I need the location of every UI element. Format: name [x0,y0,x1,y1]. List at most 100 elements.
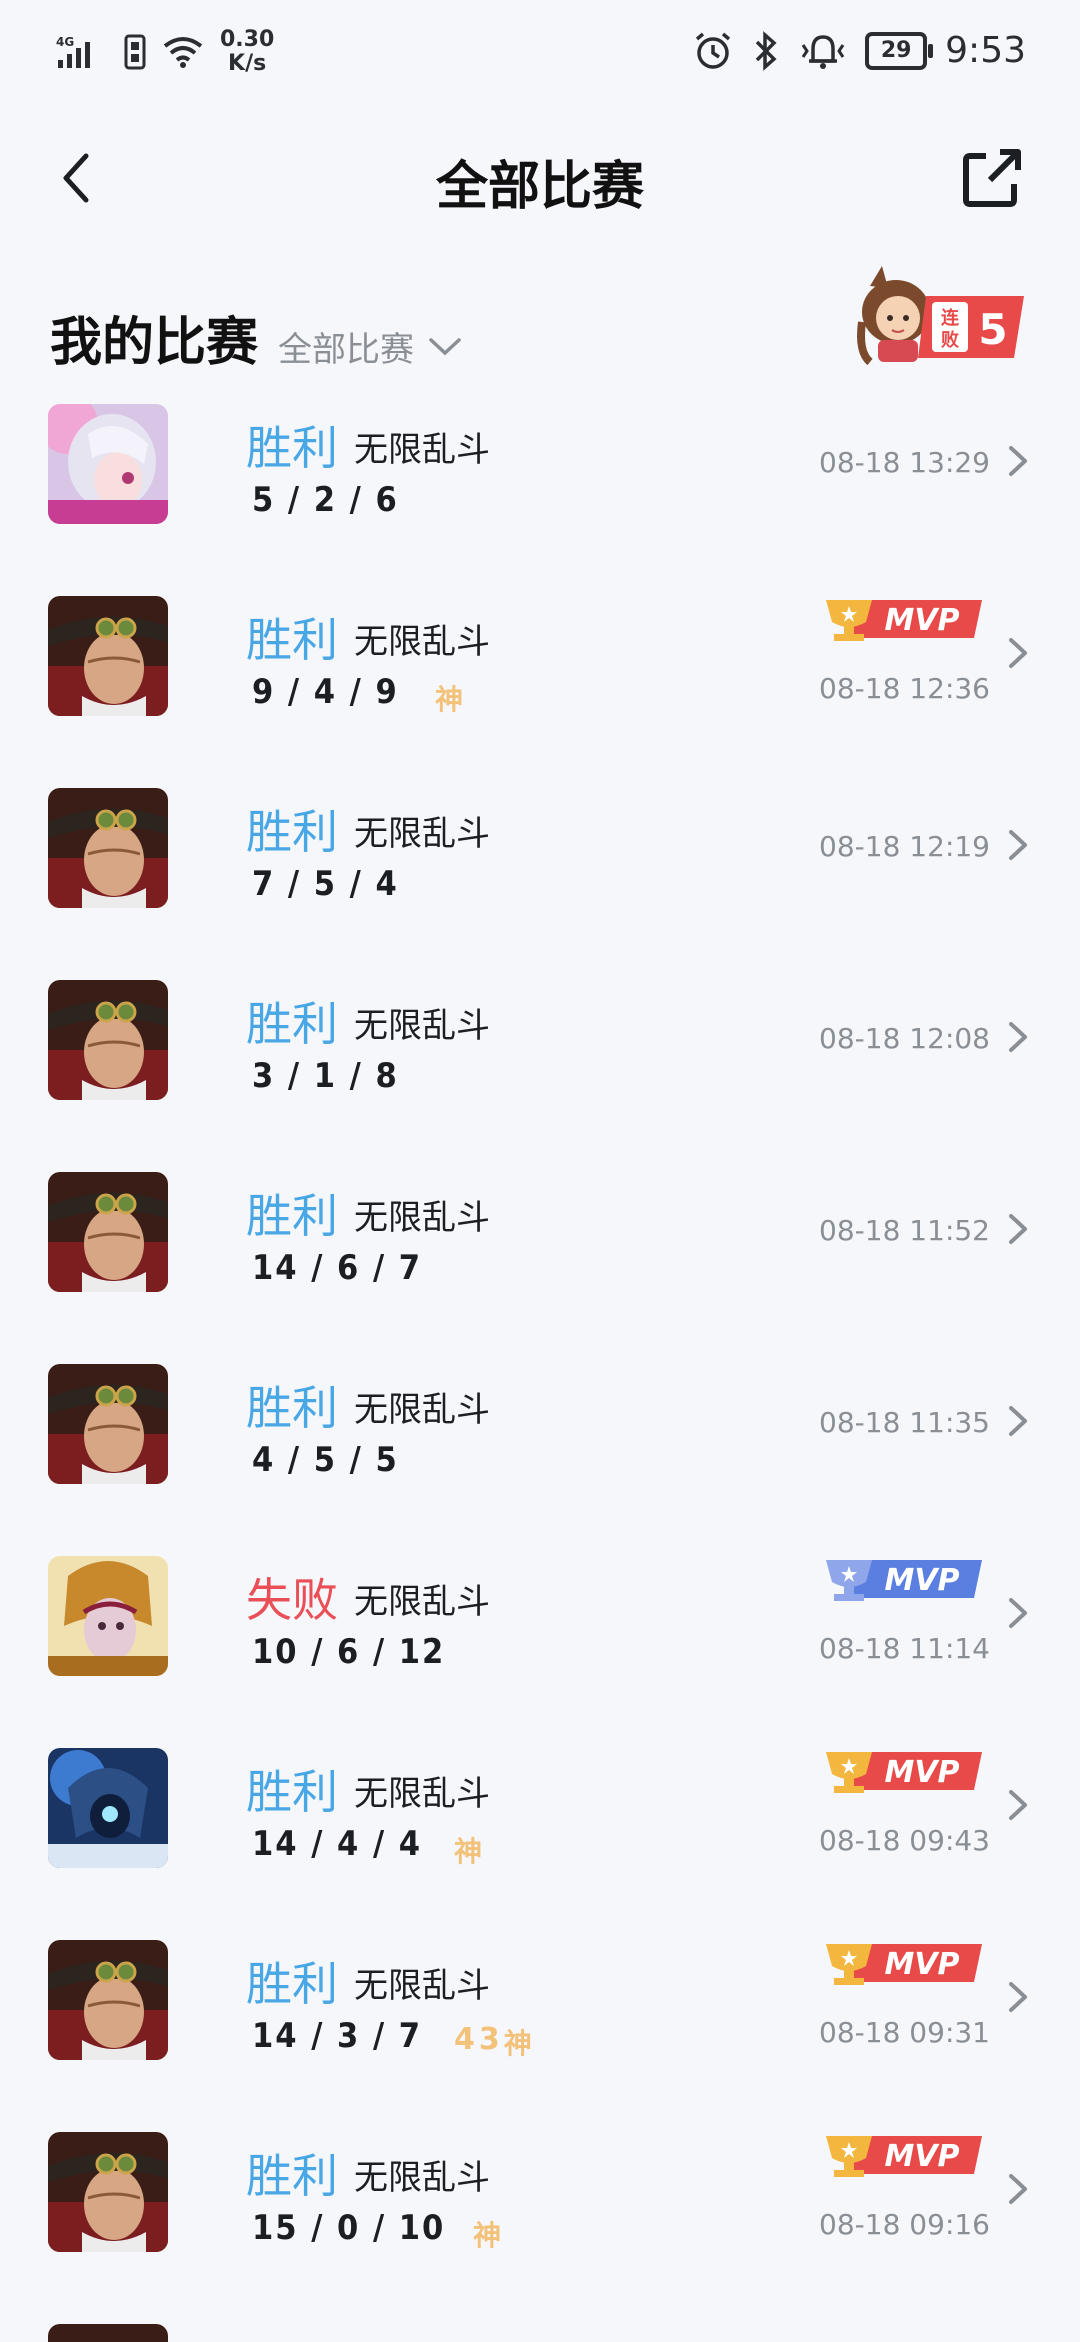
godlike-tag: 神 [454,1835,483,1868]
kda-score: 7 / 5 / 4 [252,864,399,904]
mvp-badge: MVP [826,1560,982,1601]
kda-score: 4 / 5 / 5 [252,1440,399,1480]
svg-text:MVP: MVP [884,603,959,638]
share-icon[interactable] [960,144,1026,210]
page-title: 全部比赛 [435,157,644,217]
match-row[interactable]: 胜利 无限乱斗 15 / 0 / 10 神 MVP 08-18 09:16 [0,2130,1080,2322]
game-mode: 无限乱斗 [354,1390,490,1430]
kda-score: 14 / 3 / 7 [252,2016,423,2056]
my-matches-header: 我的比赛 全部比赛 连 败 5 [50,266,1030,380]
chevron-right-icon [1009,2174,1027,2204]
svg-text:MVP: MVP [884,1947,959,1982]
match-row[interactable]: 胜利 无限乱斗 14 / 6 / 7 08-18 11:52 [0,1170,1080,1362]
match-result: 胜利 [246,997,338,1051]
match-result: 胜利 [246,2149,338,2203]
chevron-right-icon [1009,1214,1027,1244]
bluetooth-icon [755,30,777,71]
multikill-tag: 3 [478,2022,500,2057]
godlike-tag: 神 [435,683,464,716]
kda-score: 14 / 6 / 7 [252,1248,423,1288]
streak-label-bottom: 败 [941,329,959,351]
match-row[interactable]: 胜利 无限乱斗 4 / 5 / 5 08-18 11:35 [0,1362,1080,1554]
filter-label: 全部比赛 [278,330,414,370]
match-time: 08-18 09:43 [819,1824,990,1857]
chevron-right-icon [1009,1598,1027,1628]
kda-score: 3 / 1 / 8 [252,1056,399,1096]
match-row[interactable]: 失败 无限乱斗 10 / 6 / 12 MVP 08-18 11:14 [0,1554,1080,1746]
dual-sim-icon [124,34,146,70]
status-right: 29 9:53 [693,30,1026,71]
kda-score: 5 / 2 / 6 [252,480,399,520]
hero-avatar [48,1748,168,1868]
match-row[interactable]: 胜利 无限乱斗 14 / 3 / 7 4 3 神 MVP 08-18 09:31 [0,1938,1080,2130]
match-time: 08-18 11:52 [819,1214,990,1247]
hero-avatar [48,1172,168,1292]
svg-text:MVP: MVP [884,2139,959,2174]
svg-text:MVP: MVP [884,1563,959,1598]
game-mode: 无限乱斗 [354,814,490,854]
achievement-tags: 神 [454,1830,482,1870]
match-filter-dropdown[interactable]: 全部比赛 [278,322,462,371]
match-row[interactable]: 胜利 无限乱斗 5 / 2 / 6 08-18 13:29 [0,402,1080,594]
kda-score: 10 / 6 / 12 [252,1632,446,1672]
streak-label-top: 连 [941,307,960,329]
match-time: 08-18 09:31 [819,2016,990,2049]
match-time: 08-18 09:16 [819,2208,990,2241]
network-speed: 0.30 K/s [220,28,274,76]
match-result: 胜利 [246,805,338,859]
battery-indicator: 29 [865,31,934,70]
top-app-bar: 全部比赛 [0,130,1080,220]
speed-unit: K/s [228,51,267,76]
match-result: 胜利 [246,1189,338,1243]
kda-score: 14 / 4 / 4 [252,1824,423,1864]
match-result: 胜利 [246,1957,338,2011]
hero-avatar [48,980,168,1100]
hero-avatar [48,2132,168,2252]
speed-value: 0.30 [220,27,275,52]
match-result: 胜利 [246,1381,338,1435]
match-result: 胜利 [246,421,338,475]
chevron-right-icon [1009,1982,1027,2012]
chevron-right-icon [1009,446,1027,476]
hero-avatar [48,1940,168,2060]
game-mode: 无限乱斗 [354,430,490,470]
game-mode: 无限乱斗 [354,1774,490,1814]
losing-streak-badge: 连 败 5 [857,266,1024,366]
match-time: 08-18 12:19 [819,830,990,863]
status-bar: 4G 0.30 K/s 29 9:53 [0,0,1080,110]
match-time: 08-18 12:36 [819,672,990,705]
game-mode: 无限乱斗 [354,1198,490,1238]
chevron-right-icon [1009,830,1027,860]
hero-avatar [48,1364,168,1484]
chevron-right-icon [1009,638,1027,668]
match-row[interactable]: 胜利 无限乱斗 9 / 4 / 9 神 MVP 08-18 12:36 [0,594,1080,786]
hero-avatar [48,596,168,716]
match-time: 08-18 11:14 [819,1632,990,1665]
match-row[interactable]: 胜利 无限乱斗 14 / 4 / 4 神 MVP 08-18 09:43 [0,1746,1080,1938]
mvp-badge: MVP [826,1944,982,1985]
bell-vibrate-icon [801,34,845,69]
kda-score: 9 / 4 / 9 [252,672,399,712]
game-mode: 无限乱斗 [354,622,490,662]
achievement-tags: 神 [435,678,463,718]
match-result: 失败 [246,1573,338,1627]
godlike-tag: 神 [473,2219,502,2252]
kda-score: 15 / 0 / 10 [252,2208,446,2248]
chevron-right-icon [1009,1022,1027,1052]
mvp-badge: MVP [826,1752,982,1793]
match-list: 胜利 无限乱斗 5 / 2 / 6 08-18 13:29 胜利 无限乱斗 9 / 4 / … [0,402,1080,2342]
match-time: 08-18 12:08 [819,1022,990,1055]
svg-text:MVP: MVP [884,1755,959,1790]
match-time: 08-18 11:35 [819,1406,990,1439]
achievement-tags: 43神 [454,2022,532,2062]
match-row[interactable]: 胜利 无限乱斗 7 / 5 / 4 08-18 12:19 [0,786,1080,978]
status-clock: 9:53 [945,30,1026,71]
hero-avatar [48,1556,168,1676]
achievement-tags: 神 [473,2214,501,2254]
network-type-label: 4G [56,35,74,49]
game-mode: 无限乱斗 [354,1582,490,1622]
alarm-icon [696,32,731,69]
hero-avatar [48,788,168,908]
match-row[interactable]: 胜利 无限乱斗 3 / 1 / 8 08-18 12:08 [0,978,1080,1170]
streak-count: 5 [978,305,1007,354]
